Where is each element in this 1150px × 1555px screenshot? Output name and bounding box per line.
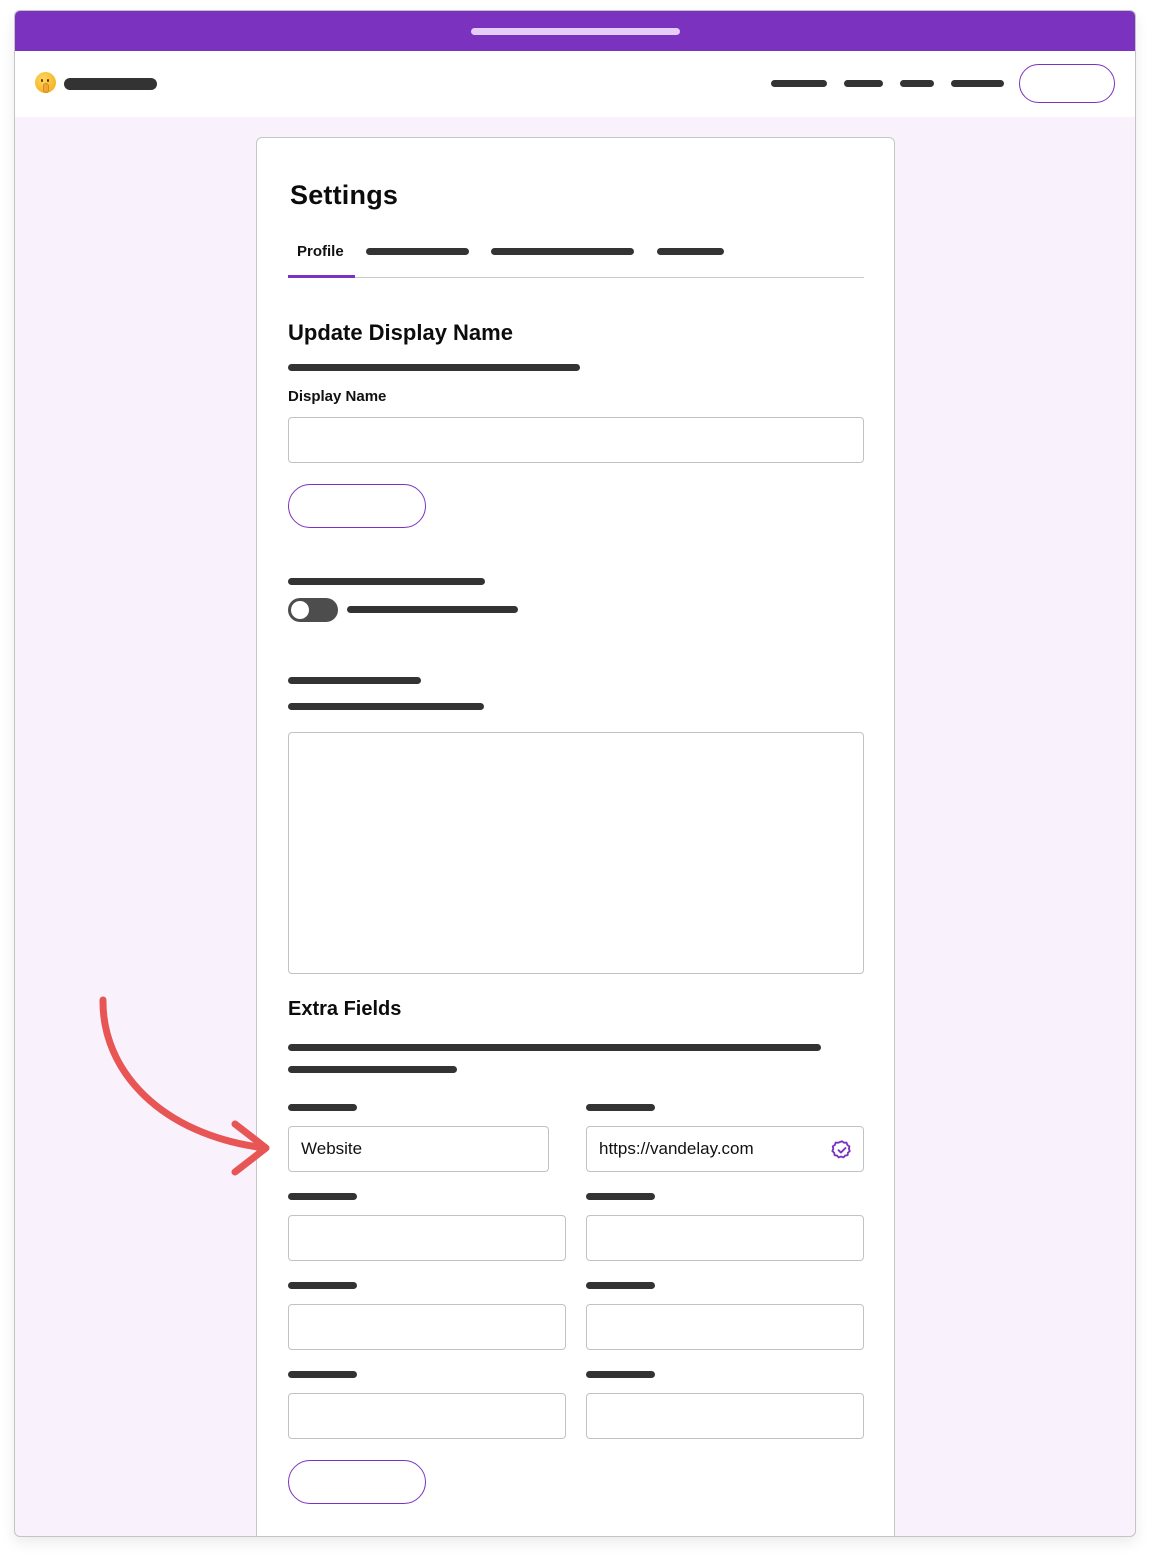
tab-profile[interactable]: Profile xyxy=(297,243,344,260)
nav-link-4[interactable] xyxy=(951,80,1004,87)
extra-fields-description-line-2 xyxy=(288,1066,457,1073)
toggle-section-heading xyxy=(288,578,485,585)
section-description xyxy=(288,364,580,371)
extra-field-value-4[interactable] xyxy=(586,1393,864,1439)
verified-badge-icon xyxy=(831,1140,851,1159)
extra-field-value-label-1 xyxy=(586,1104,655,1111)
extra-field-name-4[interactable] xyxy=(288,1393,566,1439)
extra-field-value-3[interactable] xyxy=(586,1304,864,1350)
extra-field-value-1[interactable]: https://vandelay.com xyxy=(586,1126,864,1172)
settings-tabs: Profile xyxy=(288,238,864,278)
bio-section-description xyxy=(288,703,484,710)
browser-toolbar xyxy=(15,11,1135,51)
extra-field-name-label-1 xyxy=(288,1104,357,1111)
address-bar[interactable] xyxy=(471,28,680,35)
extra-field-name-1[interactable]: Website xyxy=(288,1126,549,1172)
active-tab-indicator xyxy=(288,275,355,278)
bio-textarea[interactable] xyxy=(288,732,864,974)
tab-2[interactable] xyxy=(366,248,469,255)
site-name[interactable] xyxy=(64,78,157,90)
extra-field-name-2[interactable] xyxy=(288,1215,566,1261)
browser-window: Settings Profile Update Display Name Dis… xyxy=(14,10,1136,1537)
extra-field-name-3[interactable] xyxy=(288,1304,566,1350)
extra-fields-description-line-1 xyxy=(288,1044,821,1051)
shushing-face-icon[interactable] xyxy=(35,72,56,93)
extra-field-value-1-text: https://vandelay.com xyxy=(599,1139,754,1158)
extra-fields-title: Extra Fields xyxy=(288,998,402,1020)
save-extra-fields-button[interactable] xyxy=(288,1460,426,1504)
save-display-name-button[interactable] xyxy=(288,484,426,528)
nav-link-1[interactable] xyxy=(771,80,827,87)
display-name-section-title: Update Display Name xyxy=(288,320,513,345)
tab-3[interactable] xyxy=(491,248,634,255)
display-name-label: Display Name xyxy=(288,388,387,405)
header-cta-button[interactable] xyxy=(1019,64,1115,103)
bio-section-heading xyxy=(288,677,421,684)
page-title: Settings xyxy=(290,180,399,210)
toggle-knob xyxy=(291,601,309,619)
setting-toggle[interactable] xyxy=(288,598,338,622)
settings-card: Settings Profile Update Display Name Dis… xyxy=(256,137,895,1536)
extra-field-name-label-3 xyxy=(288,1282,357,1289)
nav-link-2[interactable] xyxy=(844,80,883,87)
nav-link-3[interactable] xyxy=(900,80,934,87)
site-header xyxy=(15,51,1135,117)
toggle-label xyxy=(347,606,518,613)
extra-field-value-label-4 xyxy=(586,1371,655,1378)
tab-4[interactable] xyxy=(657,248,724,255)
extra-field-name-label-4 xyxy=(288,1371,357,1378)
display-name-input[interactable] xyxy=(288,417,864,463)
extra-field-value-label-2 xyxy=(586,1193,655,1200)
extra-field-value-2[interactable] xyxy=(586,1215,864,1261)
extra-field-value-label-3 xyxy=(586,1282,655,1289)
extra-field-name-label-2 xyxy=(288,1193,357,1200)
